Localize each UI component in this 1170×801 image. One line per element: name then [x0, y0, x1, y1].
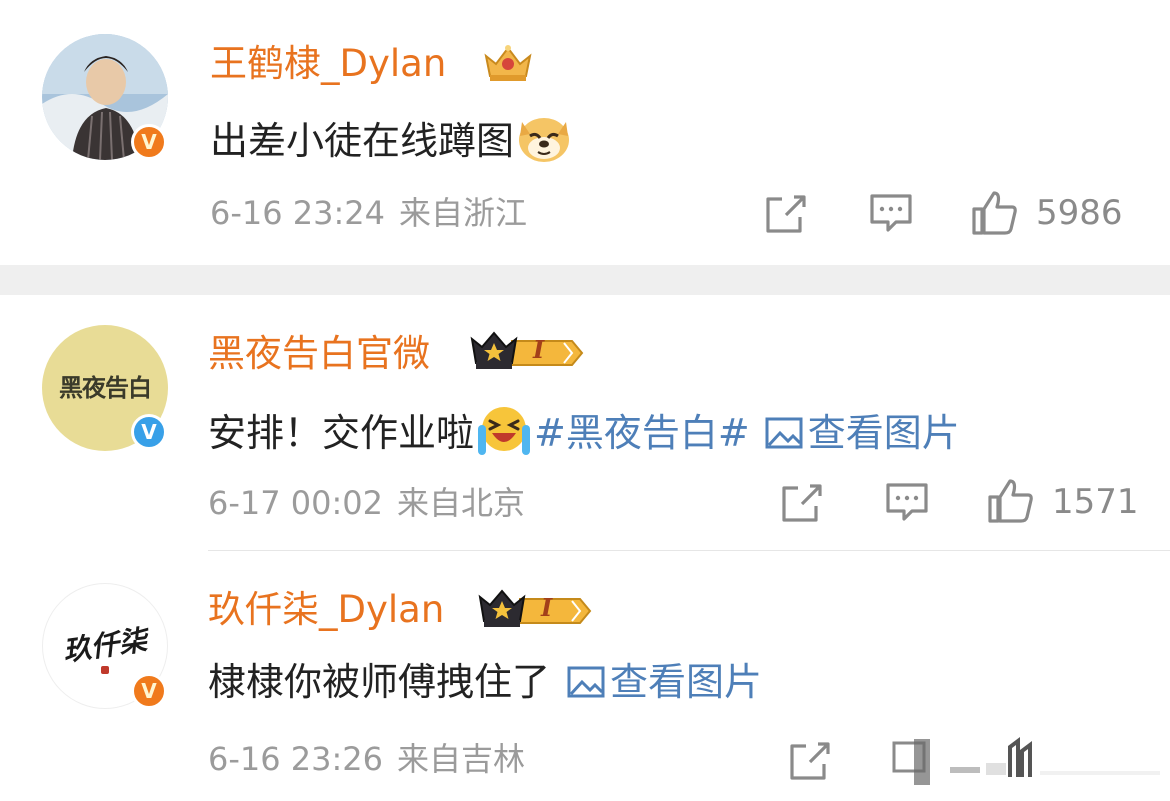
topic-link[interactable]: #黑夜告白#: [534, 414, 750, 452]
comment-text: 安排！交作业啦 #黑夜告白# 查看图片: [208, 403, 960, 463]
username[interactable]: 玖仟柒_Dylan: [208, 591, 444, 628]
username[interactable]: 王鹤棣_Dylan: [210, 45, 446, 82]
comment-date: 6-16 23:26: [208, 740, 384, 778]
like-count: 1571: [1052, 482, 1139, 522]
comment-location: 来自吉林: [397, 740, 526, 778]
comment-meta: 6-17 00:02 来自北京: [208, 487, 525, 519]
like-icon[interactable]: [986, 477, 1034, 529]
comment-location: 来自北京: [397, 484, 526, 522]
comment-icon[interactable]: [868, 192, 914, 240]
section-separator: [0, 265, 1170, 295]
verified-badge: V: [131, 673, 167, 709]
level-number: I: [541, 593, 553, 622]
comment-location: 来自浙江: [399, 194, 528, 232]
seal-mark: [101, 666, 109, 674]
comment-meta: 6-16 23:24 来自浙江: [210, 197, 527, 229]
comment-text: 出差小徒在线蹲图: [210, 112, 572, 170]
like-icon[interactable]: [970, 189, 1018, 241]
verified-badge: V: [131, 124, 167, 160]
comment-item: V 王鹤棣_Dylan 出差小徒在线蹲图 6-16 23:24 来自浙江 598…: [0, 0, 1170, 265]
comment-date: 6-17 00:02: [208, 484, 384, 522]
view-image-link[interactable]: 查看图片: [764, 414, 960, 452]
comment-item: 黑夜告白 V 黑夜告白官微 I 安排！交作业啦 #黑夜告白# 查看图片 6-17…: [0, 295, 1170, 550]
share-icon[interactable]: [780, 482, 824, 528]
comment-item: 玖仟柒 V 玖仟柒_Dylan I 棣棣你被师傅拽住了 查看图片 6-16 23…: [0, 551, 1170, 801]
comment-body: 出差小徒在线蹲图: [210, 119, 515, 163]
doge-emoji-icon: [516, 112, 572, 170]
view-image-label: 查看图片: [610, 660, 763, 704]
level-number: I: [533, 335, 545, 364]
image-icon: [567, 666, 605, 698]
view-image-label: 查看图片: [807, 411, 960, 455]
comment-text: 棣棣你被师傅拽住了 查看图片: [208, 663, 762, 701]
like-count: 5986: [1036, 193, 1123, 233]
image-icon: [765, 417, 803, 449]
share-icon[interactable]: [788, 740, 832, 786]
comment-body: 安排！交作业啦: [208, 411, 475, 455]
verified-badge: V: [131, 414, 167, 450]
comment-body: 棣棣你被师傅拽住了: [208, 660, 551, 704]
member-level-badge: [468, 329, 586, 377]
comment-date: 6-16 23:24: [210, 194, 386, 232]
view-image-link[interactable]: 查看图片: [566, 663, 762, 701]
comment-icon[interactable]: [884, 481, 930, 529]
watermark-overlay: [890, 737, 1170, 787]
share-icon[interactable]: [764, 193, 808, 239]
laugh-cry-emoji-icon: [474, 403, 534, 463]
comment-meta: 6-16 23:26 来自吉林: [208, 743, 525, 775]
username[interactable]: 黑夜告白官微: [208, 335, 430, 372]
member-level-badge: [476, 587, 594, 635]
crown-icon: [480, 42, 536, 88]
